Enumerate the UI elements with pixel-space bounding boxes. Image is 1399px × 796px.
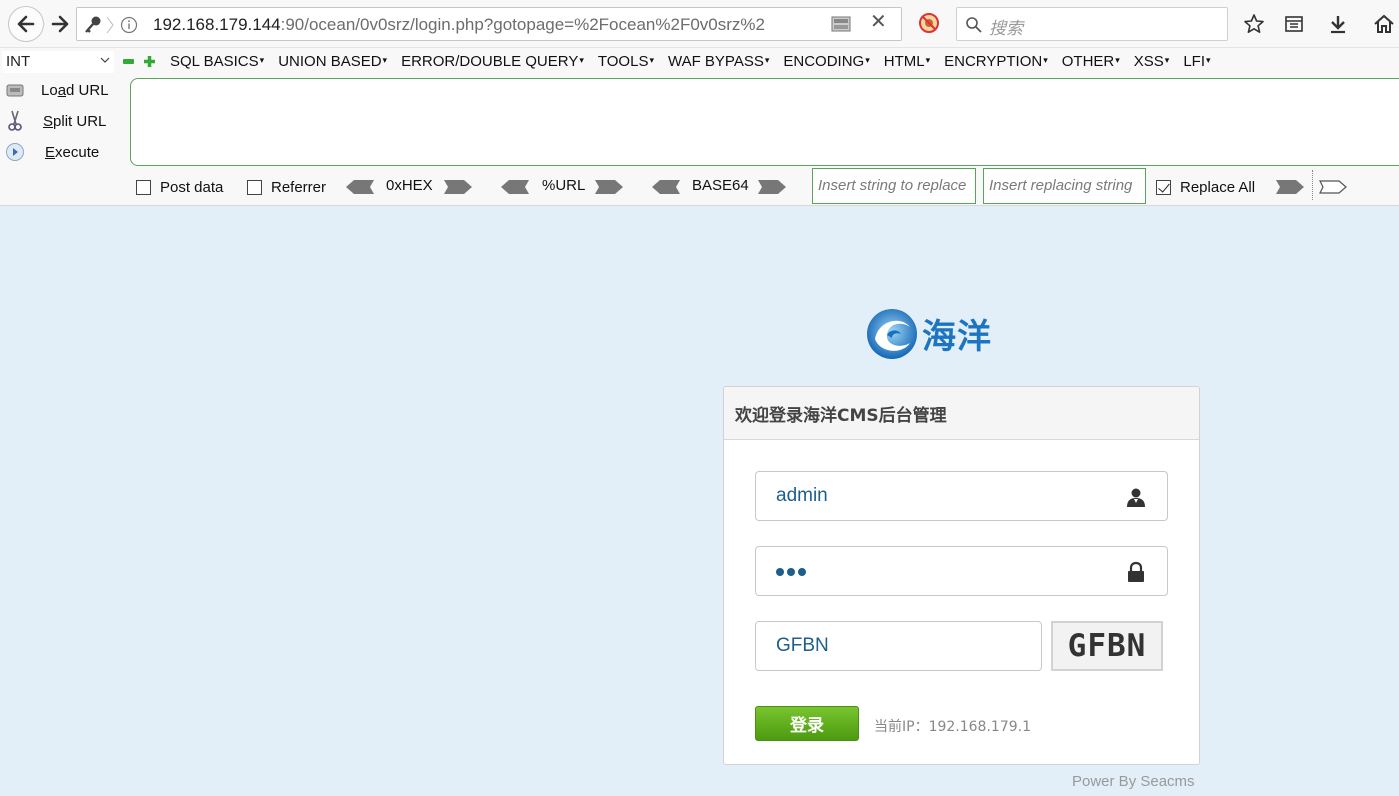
forward-button[interactable] [46, 12, 74, 36]
menu-error-double-query[interactable]: ERROR/DOUBLE QUERY [401, 53, 584, 70]
replace-arrow-icon[interactable] [1276, 180, 1304, 194]
menu-encoding[interactable]: ENCODING [783, 53, 869, 70]
info-icon[interactable] [119, 15, 139, 35]
url-textarea[interactable] [130, 78, 1399, 166]
divider [1312, 170, 1313, 200]
base64-decode-arrow-icon[interactable] [652, 180, 680, 194]
checkbox-box-checked[interactable] [1156, 179, 1171, 195]
url-host: 192.168.179.144 [153, 15, 281, 34]
type-select[interactable]: INT [2, 51, 114, 73]
hex-encode-arrow-icon[interactable] [444, 180, 472, 194]
browser-toolbar: 192.168.179.144:90/ocean/0v0srz/login.ph… [0, 0, 1399, 48]
base64-encode-arrow-icon[interactable] [758, 180, 786, 194]
bookmark-star-icon[interactable] [1242, 12, 1266, 36]
arrow-left-icon [17, 15, 35, 33]
current-ip: 当前IP：192.168.179.1 [874, 719, 1031, 735]
username-value: admin [776, 485, 828, 506]
noscript-icon[interactable] [918, 12, 940, 34]
reader-view-icon[interactable] [829, 14, 853, 34]
url-decode-arrow-icon[interactable] [501, 180, 529, 194]
menu-html[interactable]: HTML [884, 53, 930, 70]
load-url-label: Load URL [41, 81, 109, 99]
hackbar-menu: SQL BASICS UNION BASED ERROR/DOUBLE QUER… [170, 53, 1225, 70]
referrer-checkbox[interactable]: Referrer [247, 178, 326, 196]
panel-title: 欢迎登录海洋CMS后台管理 [724, 387, 1199, 440]
plus-icon[interactable] [144, 56, 155, 67]
menu-union-based[interactable]: UNION BASED [278, 53, 387, 70]
key-icon[interactable] [83, 15, 103, 35]
scissors-icon [4, 110, 26, 132]
split-url-label: Split URL [43, 112, 107, 130]
wave-logo-icon [867, 309, 917, 359]
login-button[interactable]: 登录 [755, 706, 859, 741]
replace-outline-arrow-icon[interactable] [1319, 180, 1347, 194]
home-icon[interactable] [1372, 12, 1396, 36]
back-button[interactable] [8, 6, 44, 42]
execute-label: Execute [45, 143, 100, 161]
execute-button[interactable]: Execute [4, 139, 99, 165]
library-icon[interactable] [1282, 12, 1306, 36]
url-text[interactable]: 192.168.179.144:90/ocean/0v0srz/login.ph… [153, 15, 803, 35]
menu-other[interactable]: OTHER [1062, 53, 1120, 70]
minus-icon[interactable] [123, 56, 134, 67]
referrer-label: Referrer [271, 178, 327, 196]
load-url-icon [4, 79, 26, 101]
password-field[interactable] [755, 546, 1168, 596]
checkbox-box[interactable] [247, 179, 262, 195]
user-icon [1127, 488, 1145, 507]
replace-all-checkbox[interactable]: Replace All [1156, 178, 1255, 196]
hackbar-panel: INT SQL BASICS UNION BASED ERROR/DOUBLE … [0, 48, 1399, 206]
captcha-image[interactable]: GFBN [1051, 621, 1163, 671]
split-url-button[interactable]: Split URL [4, 108, 106, 134]
password-dots [776, 568, 806, 576]
lock-icon [1128, 561, 1144, 582]
address-bar[interactable]: 192.168.179.144:90/ocean/0v0srz/login.ph… [76, 7, 902, 41]
checkbox-box[interactable] [136, 179, 151, 195]
username-field[interactable]: admin [755, 471, 1168, 521]
chevron-right-icon [105, 15, 115, 35]
close-icon[interactable]: ✕ [870, 11, 887, 31]
base64-label: BASE64 [692, 177, 749, 194]
hex-label: 0xHEX [386, 177, 433, 194]
insert-replacing-input[interactable]: Insert replacing string [983, 168, 1146, 204]
search-bar[interactable]: 搜索 [956, 7, 1228, 41]
chevron-down-icon [100, 57, 110, 63]
menu-xss[interactable]: XSS [1134, 53, 1170, 70]
logo-text: 海洋 [922, 316, 992, 357]
captcha-value: GFBN [776, 635, 829, 656]
type-select-value: INT [6, 53, 31, 70]
post-data-label: Post data [160, 178, 224, 196]
menu-lfi[interactable]: LFI [1183, 53, 1210, 70]
post-data-checkbox[interactable]: Post data [136, 178, 223, 196]
search-placeholder: 搜索 [989, 19, 1023, 39]
footer-powered-by: Power By Seacms [1072, 773, 1195, 790]
play-icon [4, 141, 26, 163]
search-icon [966, 17, 982, 33]
hex-decode-arrow-icon[interactable] [346, 180, 374, 194]
url-encode-arrow-icon[interactable] [595, 180, 623, 194]
seacms-logo: 海洋 [866, 303, 1011, 363]
insert-string-input[interactable]: Insert string to replace [812, 168, 976, 204]
menu-sql-basics[interactable]: SQL BASICS [170, 53, 264, 70]
captcha-field[interactable]: GFBN [755, 621, 1042, 671]
url-path: :90/ocean/0v0srz/login.php?gotopage=%2Fo… [280, 15, 765, 34]
replace-all-label: Replace All [1180, 178, 1256, 196]
download-icon[interactable] [1326, 12, 1350, 36]
login-panel: 欢迎登录海洋CMS后台管理 admin GFBN GFBN 登录 当前IP：19… [723, 386, 1200, 765]
url-label: %URL [542, 177, 586, 194]
menu-tools[interactable]: TOOLS [598, 53, 654, 70]
menu-encryption[interactable]: ENCRYPTION [944, 53, 1048, 70]
load-url-button[interactable]: Load URL [4, 77, 109, 103]
menu-waf-bypass[interactable]: WAF BYPASS [668, 53, 769, 70]
arrow-right-icon [51, 15, 69, 33]
